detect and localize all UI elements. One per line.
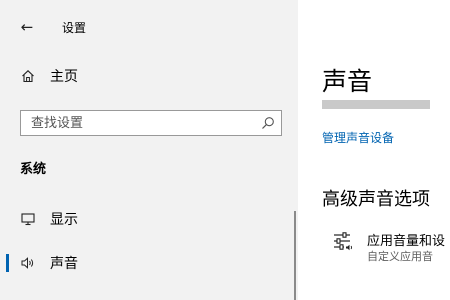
option-subtitle: 自定义应用音 [367,250,433,263]
main-content: 声音 管理声音设备 高级声音选项 应用音量和设 自定义应用音 [298,0,450,300]
back-button[interactable]: ← [14,14,40,40]
sidebar-item-home[interactable]: 主页 [0,60,298,92]
clipped-text-bar [322,100,430,109]
option-title: 应用音量和设 [367,234,446,249]
advanced-sound-section-title: 高级声音选项 [322,189,430,210]
settings-window: ← 设置 主页 系统 显示 [0,0,450,300]
home-icon [22,70,34,83]
speaker-icon [21,257,34,269]
app-title: 设置 [62,21,87,35]
search-icon[interactable] [261,116,275,130]
clipped-text-row [322,100,430,109]
sidebar: ← 设置 主页 系统 显示 [0,0,298,300]
search-input[interactable] [21,111,261,135]
app-volume-option[interactable]: 应用音量和设 自定义应用音 [322,228,450,268]
manage-sound-devices-link[interactable]: 管理声音设备 [322,129,394,146]
back-arrow-icon: ← [20,18,34,36]
sidebar-item-display[interactable]: 显示 [0,203,298,235]
search-box[interactable] [20,110,282,136]
sidebar-item-label: 声音 [50,256,78,272]
sidebar-item-sound[interactable]: 声音 [0,247,298,279]
page-title: 声音 [322,67,373,96]
monitor-icon [21,213,35,226]
sidebar-item-label: 显示 [50,212,78,228]
mixer-sliders-icon [334,232,353,251]
active-indicator [6,254,9,272]
section-header-system: 系统 [20,162,47,177]
sidebar-scrollbar[interactable] [294,211,296,300]
sidebar-item-label: 主页 [50,69,78,85]
